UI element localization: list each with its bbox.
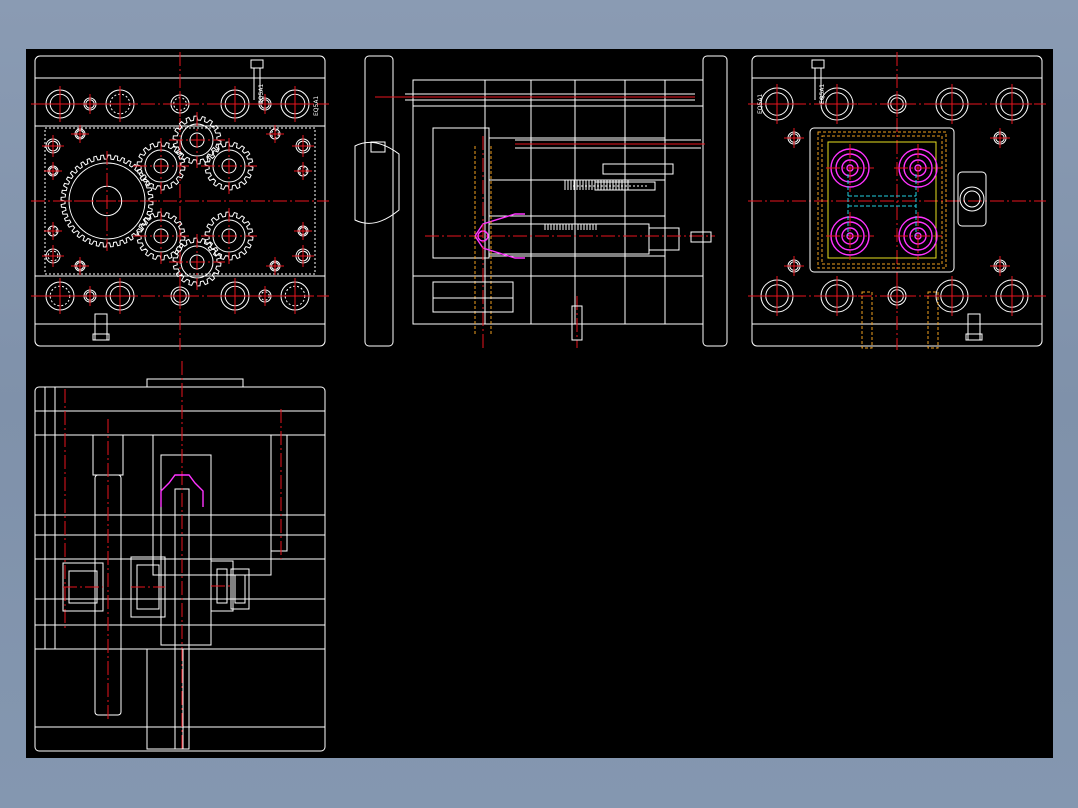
leader-pin [817, 276, 857, 316]
leader-pin [44, 162, 62, 180]
view-plan-gears: EQ5A1 EQ5A1 [31, 52, 329, 350]
leader-pin [292, 135, 314, 157]
view-side-elevation [354, 55, 728, 348]
leader-pin [990, 128, 1010, 148]
leader-pin [80, 94, 100, 114]
leader-pin [294, 162, 312, 180]
gear-small [201, 208, 257, 264]
gear-small [169, 112, 225, 168]
leader-pin [992, 276, 1032, 316]
tag-a-label: EQ5A1 [258, 84, 265, 104]
leader-pin [757, 276, 797, 316]
leader-pin [217, 86, 253, 122]
view-cavity-plan: EQ5A1 EQ5A1 [748, 52, 1046, 350]
leader-pin [990, 256, 1010, 276]
leader-pin [102, 278, 138, 314]
leader-pin [217, 278, 253, 314]
gear-small [169, 234, 225, 290]
tag-a-label-right: EQ5A1 [757, 94, 764, 114]
leader-pin [266, 257, 284, 275]
leader-pin [884, 91, 910, 117]
leader-pin [294, 222, 312, 240]
leader-pin [277, 86, 313, 122]
gear-section [210, 560, 234, 612]
cavity [894, 212, 942, 260]
gear-small [201, 138, 257, 194]
tag-b-label: EQ5A1 [313, 96, 320, 116]
leader-pin [277, 278, 313, 314]
leader-pin [167, 91, 193, 117]
cavity [826, 212, 874, 260]
leader-pin [292, 245, 314, 267]
view-section [34, 361, 326, 752]
leader-pin [102, 86, 138, 122]
leader-pin [784, 256, 804, 276]
cavity [894, 144, 942, 192]
leader-pin [42, 278, 78, 314]
gear-section [62, 562, 104, 612]
leader-pin [255, 286, 275, 306]
gear-section [130, 556, 166, 618]
leader-pin [884, 283, 910, 309]
tag-b-label-right: EQ5A1 [819, 84, 826, 104]
leader-pin [42, 86, 78, 122]
leader-pin [167, 283, 193, 309]
cad-canvas[interactable]: EQ5A1 EQ5A1 EQ5A1 EQ5A1 [26, 49, 1053, 758]
leader-pin [932, 84, 972, 124]
leader-pin [992, 84, 1032, 124]
leader-pin [80, 286, 100, 306]
cad-drawing-frame[interactable]: EQ5A1 EQ5A1 EQ5A1 EQ5A1 [26, 49, 1053, 758]
leader-pin [44, 222, 62, 240]
leader-pin [71, 257, 89, 275]
leader-pin [784, 128, 804, 148]
cavity [826, 144, 874, 192]
